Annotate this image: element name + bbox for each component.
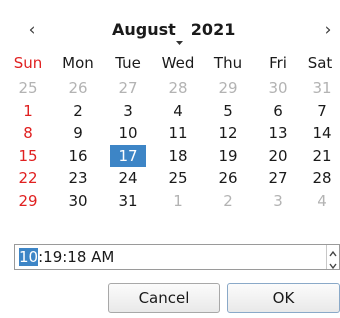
day-cell[interactable]: 25 [10, 77, 46, 99]
day-cell[interactable]: 3 [260, 190, 296, 212]
chevron-right-icon[interactable]: › [314, 16, 340, 44]
day-cell[interactable]: 31 [304, 77, 340, 99]
day-cell[interactable]: 26 [210, 167, 246, 189]
day-cell[interactable]: 13 [260, 122, 296, 144]
day-cell-selected[interactable]: 17 [110, 144, 146, 167]
day-cell[interactable]: 24 [110, 167, 146, 189]
day-cell[interactable]: 10 [110, 122, 146, 144]
weekday-label: Wed [161, 54, 195, 72]
weekday-label: Fri [269, 54, 287, 72]
chevron-left-icon[interactable]: ‹ [18, 16, 46, 44]
day-cell[interactable]: 26 [60, 77, 96, 99]
day-cell[interactable]: 15 [10, 145, 46, 167]
day-cell[interactable]: 5 [210, 100, 246, 122]
day-cell[interactable]: 30 [60, 190, 96, 212]
day-cell[interactable]: 25 [160, 167, 196, 189]
calendar-header: ‹ August 2021 › [0, 16, 340, 50]
weekday-label: Sun [13, 54, 43, 72]
day-cell[interactable]: 31 [110, 190, 146, 212]
day-cell[interactable]: 29 [210, 77, 246, 99]
day-cell[interactable]: 29 [10, 190, 46, 212]
day-cell[interactable]: 4 [160, 100, 196, 122]
day-cell[interactable]: 11 [160, 122, 196, 144]
spinner-down-icon[interactable] [327, 257, 339, 270]
day-cell[interactable]: 4 [304, 190, 340, 212]
weekday-header-row: Sun Mon Tue Wed Thu Fri Sat [8, 51, 340, 75]
day-cell[interactable]: 22 [10, 167, 46, 189]
time-rest: :19:18 AM [38, 248, 115, 266]
day-cell[interactable]: 8 [10, 122, 46, 144]
weekday-label: Mon [62, 54, 94, 72]
day-cell[interactable]: 23 [60, 167, 96, 189]
day-cell[interactable]: 27 [260, 167, 296, 189]
ok-button[interactable]: OK [227, 283, 340, 313]
day-cell[interactable]: 16 [60, 145, 96, 167]
spinner-buttons [326, 245, 339, 270]
day-cell[interactable]: 30 [260, 77, 296, 99]
time-spinner[interactable]: 10:19:18 AM [14, 244, 340, 270]
day-cell[interactable]: 21 [304, 145, 340, 167]
year-label[interactable]: 2021 [191, 20, 236, 39]
dropdown-arrow-icon[interactable] [175, 41, 183, 45]
day-cell[interactable]: 7 [304, 100, 340, 122]
time-value[interactable]: 10:19:18 AM [19, 245, 114, 269]
cancel-button[interactable]: Cancel [108, 283, 220, 313]
day-cell[interactable]: 28 [160, 77, 196, 99]
date-time-picker-popup: ‹ August 2021 › Sun Mon Tue Wed Thu Fri Sat 25 2… [0, 0, 340, 318]
day-cell[interactable]: 12 [210, 122, 246, 144]
day-cell[interactable]: 28 [304, 167, 340, 189]
day-cell[interactable]: 20 [260, 145, 296, 167]
day-cell[interactable]: 1 [160, 190, 196, 212]
day-cell[interactable]: 2 [210, 190, 246, 212]
day-cell[interactable]: 6 [260, 100, 296, 122]
spinner-up-icon[interactable] [327, 245, 339, 257]
day-cell[interactable]: 3 [110, 100, 146, 122]
time-hour-field[interactable]: 10 [19, 248, 39, 266]
day-cell[interactable]: 27 [110, 77, 146, 99]
month-label[interactable]: August [112, 20, 176, 39]
day-cell[interactable]: 1 [10, 100, 46, 122]
weekday-label: Thu [213, 54, 243, 72]
day-cell[interactable]: 2 [60, 100, 96, 122]
weekday-label: Sat [307, 54, 333, 72]
weekday-label: Tue [115, 54, 141, 72]
month-year-selector[interactable]: August 2021 [112, 16, 236, 45]
day-cell[interactable]: 19 [210, 145, 246, 167]
day-cell[interactable]: 14 [304, 122, 340, 144]
day-cell[interactable]: 9 [60, 122, 96, 144]
day-cell[interactable]: 18 [160, 145, 196, 167]
